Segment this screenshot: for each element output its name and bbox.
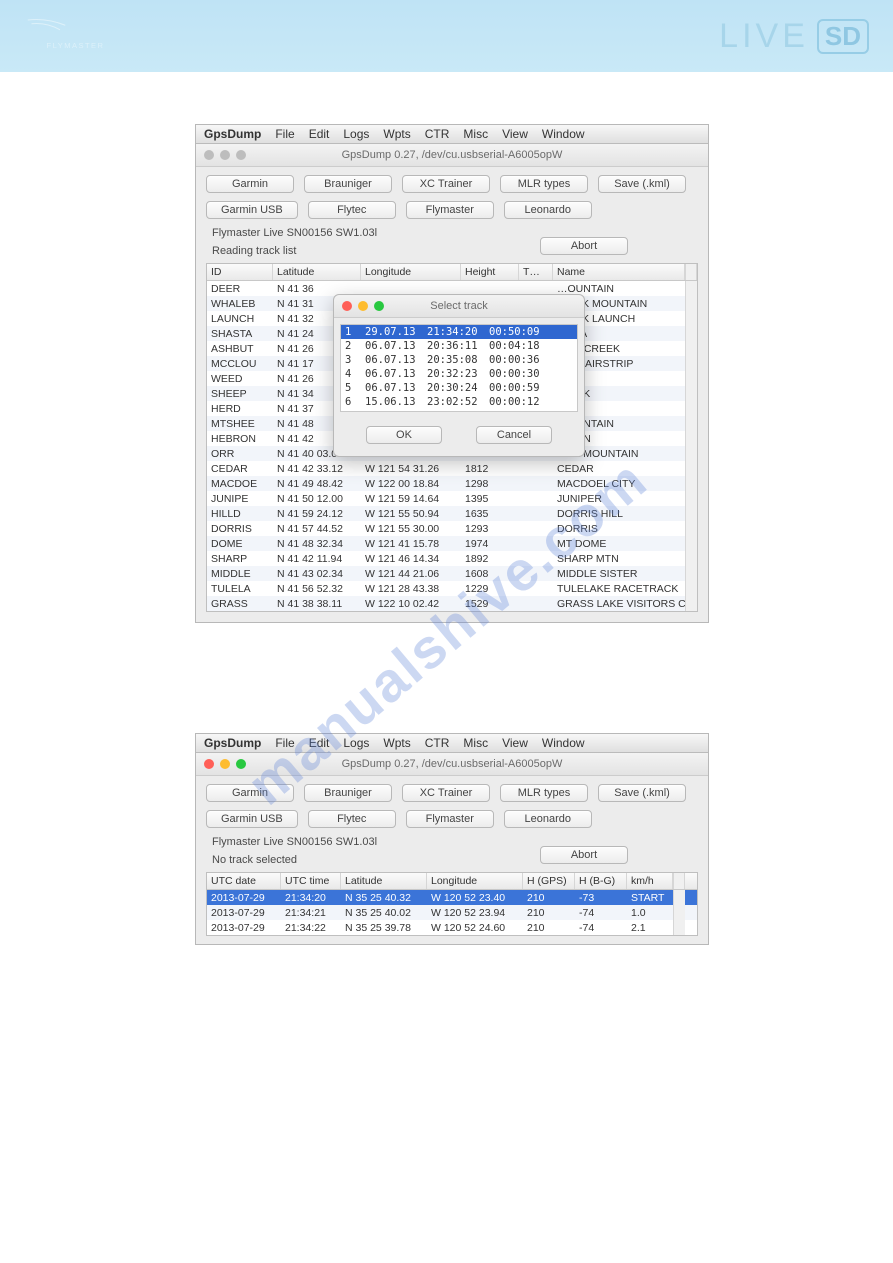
col-lat[interactable]: Latitude — [341, 873, 427, 889]
live-sd-badge: LIVE SD — [719, 17, 869, 56]
ok-button[interactable]: OK — [366, 426, 442, 444]
menu-edit[interactable]: Edit — [309, 736, 330, 750]
col-lon[interactable]: Longitude — [361, 264, 461, 280]
abort-button[interactable]: Abort — [540, 846, 628, 864]
table-row[interactable]: DOMEN 41 48 32.34W 121 41 15.781974MT DO… — [207, 536, 697, 551]
brauniger-button[interactable]: Brauniger — [304, 784, 392, 802]
sd-text: SD — [817, 19, 869, 54]
col-hgps[interactable]: H (GPS) — [523, 873, 575, 889]
table-row[interactable]: 2013-07-2921:34:21N 35 25 40.02W 120 52 … — [207, 905, 697, 920]
table-row[interactable]: DORRISN 41 57 44.52W 121 55 30.001293DOR… — [207, 521, 697, 536]
col-height[interactable]: Height — [461, 264, 519, 280]
flymaster-button[interactable]: Flymaster — [406, 810, 494, 828]
menu-view[interactable]: View — [502, 736, 528, 750]
savekml-button[interactable]: Save (.kml) — [598, 784, 686, 802]
col-lon[interactable]: Longitude — [427, 873, 523, 889]
menu-edit[interactable]: Edit — [309, 127, 330, 141]
table-row[interactable]: 2013-07-2921:34:20N 35 25 40.32W 120 52 … — [207, 890, 697, 905]
list-item[interactable]: 615.06.1323:02:5200:00:12 — [341, 395, 577, 409]
window-titlebar: GpsDump 0.27, /dev/cu.usbserial-A6005opW — [196, 144, 708, 167]
table-row[interactable]: TULELAN 41 56 52.32W 121 28 43.381229TUL… — [207, 581, 697, 596]
scrollbar-stub — [673, 873, 685, 889]
page-header: FLYMASTER LIVE SD — [0, 0, 893, 72]
garmin-button[interactable]: Garmin — [206, 175, 294, 193]
dialog-title: Select track — [334, 300, 584, 312]
scrollbar-stub — [685, 264, 697, 280]
menubar-app: GpsDump — [204, 736, 261, 750]
xctrainer-button[interactable]: XC Trainer — [402, 175, 490, 193]
menu-wpts[interactable]: Wpts — [383, 736, 410, 750]
menu-misc[interactable]: Misc — [463, 736, 488, 750]
select-track-dialog: Select track 129.07.1321:34:2000:50:0920… — [333, 294, 585, 457]
menubar: GpsDump File Edit Logs Wpts CTR Misc Vie… — [196, 125, 708, 144]
table-row[interactable]: SHARPN 41 42 11.94W 121 46 14.341892SHAR… — [207, 551, 697, 566]
menu-ctr[interactable]: CTR — [425, 127, 450, 141]
list-item[interactable]: 406.07.1320:32:2300:00:30 — [341, 367, 577, 381]
leonardo-button[interactable]: Leonardo — [504, 810, 592, 828]
menu-view[interactable]: View — [502, 127, 528, 141]
list-item[interactable]: 506.07.1320:30:2400:00:59 — [341, 381, 577, 395]
flytec-button[interactable]: Flytec — [308, 201, 396, 219]
table-row[interactable]: GRASSN 41 38 38.11W 122 10 02.421529GRAS… — [207, 596, 697, 611]
screenshot-2: GpsDump File Edit Logs Wpts CTR Misc Vie… — [195, 733, 709, 945]
list-item[interactable]: 129.07.1321:34:2000:50:09 — [341, 325, 577, 339]
garmin-button[interactable]: Garmin — [206, 784, 294, 802]
flymaster-logo: FLYMASTER — [24, 15, 114, 58]
garminusb-button[interactable]: Garmin USB — [206, 810, 298, 828]
screenshot-1: GpsDump File Edit Logs Wpts CTR Misc Vie… — [195, 124, 709, 623]
svg-text:FLYMASTER: FLYMASTER — [47, 40, 105, 49]
list-item[interactable]: 206.07.1320:36:1100:04:18 — [341, 339, 577, 353]
menu-window[interactable]: Window — [542, 127, 585, 141]
table-row[interactable]: CEDARN 41 42 33.12W 121 54 31.261812CEDA… — [207, 461, 697, 476]
col-id[interactable]: ID — [207, 264, 273, 280]
mlrtypes-button[interactable]: MLR types — [500, 175, 588, 193]
menu-misc[interactable]: Misc — [463, 127, 488, 141]
col-utctime[interactable]: UTC time — [281, 873, 341, 889]
table-row[interactable]: HILLDN 41 59 24.12W 121 55 50.941635DORR… — [207, 506, 697, 521]
track-table: UTC date UTC time Latitude Longitude H (… — [206, 872, 698, 936]
table-row[interactable]: MACDOEN 41 49 48.42W 122 00 18.841298MAC… — [207, 476, 697, 491]
flytec-button[interactable]: Flytec — [308, 810, 396, 828]
brauniger-button[interactable]: Brauniger — [304, 175, 392, 193]
flymaster-button[interactable]: Flymaster — [406, 201, 494, 219]
window-titlebar: GpsDump 0.27, /dev/cu.usbserial-A6005opW — [196, 753, 708, 776]
live-text: LIVE — [719, 17, 809, 56]
abort-button[interactable]: Abort — [540, 237, 628, 255]
table-row[interactable]: 2013-07-2921:34:22N 35 25 39.78W 120 52 … — [207, 920, 697, 935]
list-item[interactable]: 306.07.1320:35:0800:00:36 — [341, 353, 577, 367]
menu-logs[interactable]: Logs — [343, 736, 369, 750]
menu-wpts[interactable]: Wpts — [383, 127, 410, 141]
window-title: GpsDump 0.27, /dev/cu.usbserial-A6005opW — [196, 758, 708, 770]
menubar-app: GpsDump — [204, 127, 261, 141]
col-hbg[interactable]: H (B-G) — [575, 873, 627, 889]
menu-file[interactable]: File — [275, 736, 294, 750]
garminusb-button[interactable]: Garmin USB — [206, 201, 298, 219]
waypoint-table: ID Latitude Longitude Height T… Name DEE… — [206, 263, 698, 612]
col-utcdate[interactable]: UTC date — [207, 873, 281, 889]
col-lat[interactable]: Latitude — [273, 264, 361, 280]
table-row[interactable]: JUNIPEN 41 50 12.00W 121 59 14.641395JUN… — [207, 491, 697, 506]
track-list[interactable]: 129.07.1321:34:2000:50:09206.07.1320:36:… — [340, 324, 578, 412]
cancel-button[interactable]: Cancel — [476, 426, 552, 444]
col-kmh[interactable]: km/h — [627, 873, 673, 889]
xctrainer-button[interactable]: XC Trainer — [402, 784, 490, 802]
col-t[interactable]: T… — [519, 264, 553, 280]
table-row[interactable]: MIDDLEN 41 43 02.34W 121 44 21.061608MID… — [207, 566, 697, 581]
savekml-button[interactable]: Save (.kml) — [598, 175, 686, 193]
menu-window[interactable]: Window — [542, 736, 585, 750]
col-name[interactable]: Name — [553, 264, 685, 280]
menu-ctr[interactable]: CTR — [425, 736, 450, 750]
leonardo-button[interactable]: Leonardo — [504, 201, 592, 219]
menu-logs[interactable]: Logs — [343, 127, 369, 141]
menu-file[interactable]: File — [275, 127, 294, 141]
mlrtypes-button[interactable]: MLR types — [500, 784, 588, 802]
menubar: GpsDump File Edit Logs Wpts CTR Misc Vie… — [196, 734, 708, 753]
window-title: GpsDump 0.27, /dev/cu.usbserial-A6005opW — [196, 149, 708, 161]
